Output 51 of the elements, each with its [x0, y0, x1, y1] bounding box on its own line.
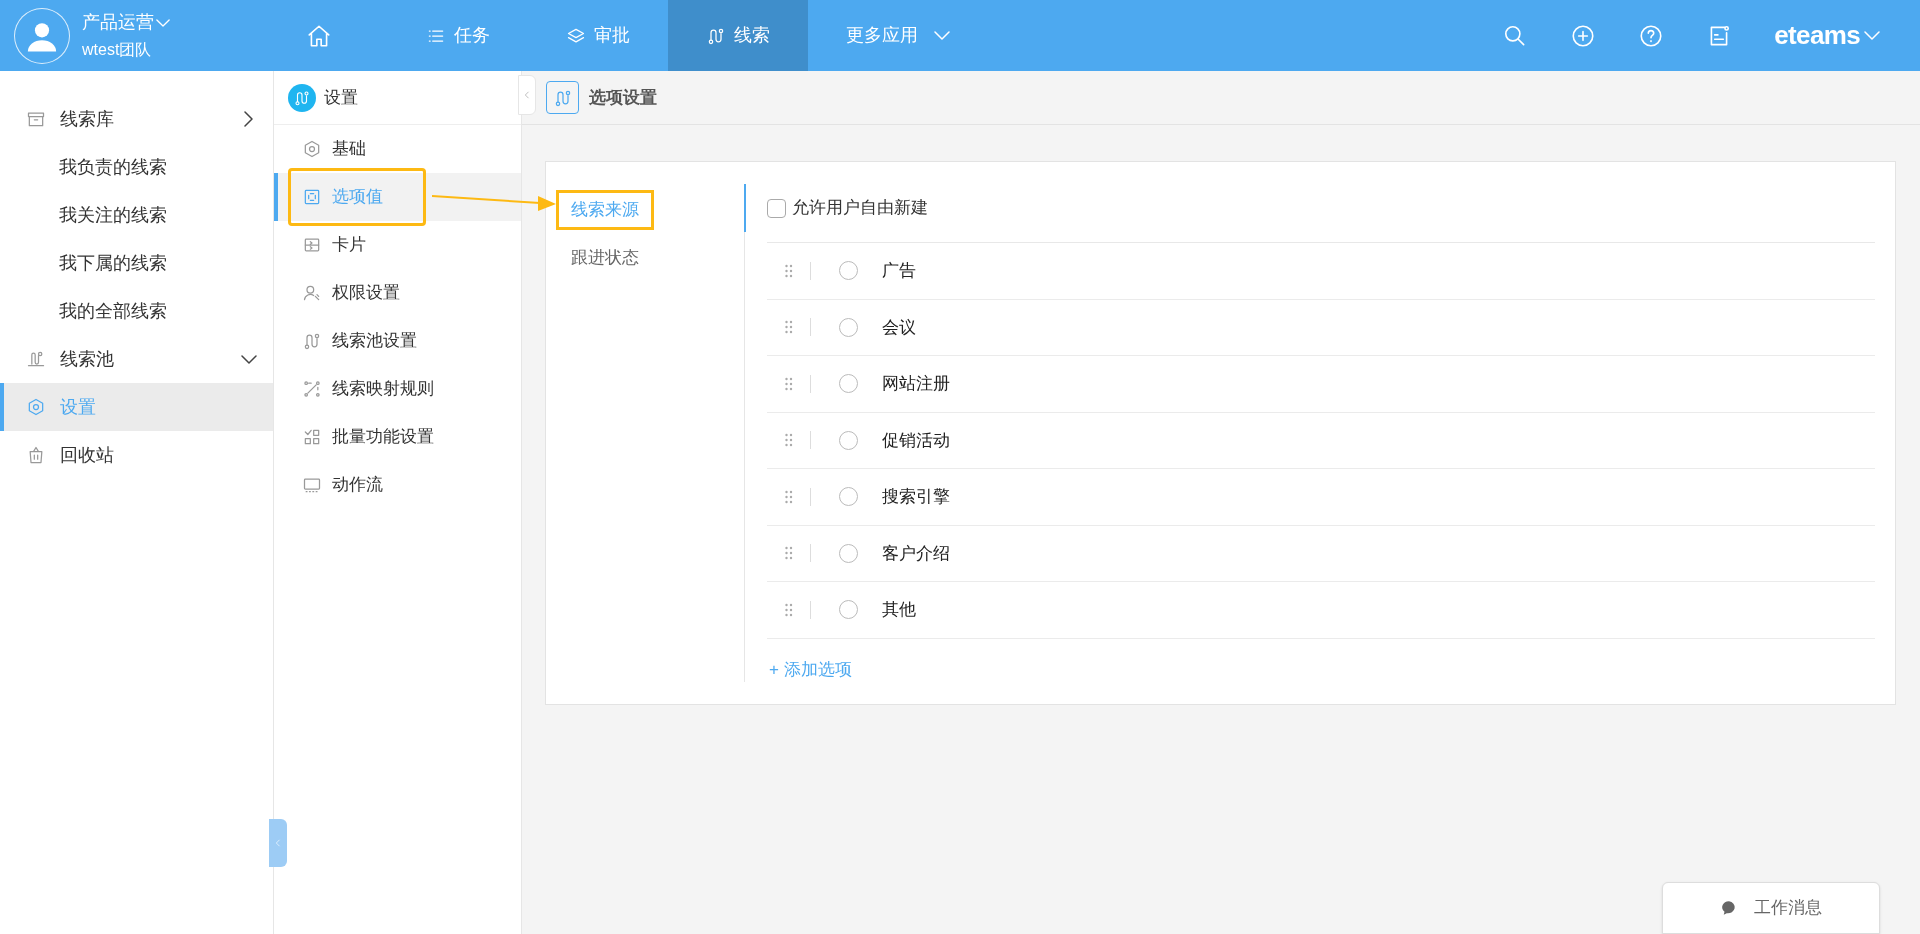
- page-title: 选项设置: [589, 86, 657, 109]
- frame-icon: [302, 187, 322, 207]
- drag-handle[interactable]: [785, 320, 793, 335]
- drag-handle[interactable]: [785, 489, 793, 504]
- chat-bubble-icon: [1720, 899, 1738, 917]
- drag-handle[interactable]: [785, 602, 793, 617]
- route-icon: [302, 331, 322, 351]
- option-label: 广告: [882, 260, 916, 282]
- collapse-handle[interactable]: [518, 75, 536, 115]
- chevron-icon: [1864, 31, 1880, 40]
- sidebar-item[interactable]: 回收站: [0, 431, 273, 479]
- sidebar-item[interactable]: 我关注的线索: [0, 191, 273, 239]
- option-label: 会议: [882, 316, 916, 339]
- route-icon: [288, 83, 316, 112]
- grid-icon: [302, 427, 322, 447]
- settings-nav-item[interactable]: 权限设置: [274, 269, 521, 317]
- route-icon: [546, 81, 579, 114]
- panel-title: 设置: [324, 86, 358, 109]
- option-label: 促销活动: [882, 429, 950, 452]
- option-label: 网站注册: [882, 373, 950, 395]
- sidebar-item[interactable]: 我下属的线索: [0, 239, 273, 287]
- team-name: wtest团队: [82, 40, 153, 60]
- option-group-tab[interactable]: 跟进状态: [556, 238, 654, 278]
- drag-handle[interactable]: [785, 376, 793, 391]
- settings-nav-item[interactable]: 线索池设置: [274, 317, 521, 365]
- settings-nav-item[interactable]: 卡片: [274, 221, 521, 269]
- user-key-icon: [302, 283, 322, 303]
- sidebar-item[interactable]: 我负责的线索: [0, 143, 273, 191]
- drag-handle[interactable]: [785, 546, 793, 561]
- sidebar-item[interactable]: 线索池: [0, 335, 273, 383]
- collapse-handle[interactable]: [269, 819, 287, 867]
- sidebar-item[interactable]: 我的全部线索: [0, 287, 273, 335]
- option-label: 搜索引擎: [882, 486, 950, 508]
- route-icon: [26, 349, 46, 369]
- chevron-icon: [156, 18, 170, 27]
- settings-nav-item[interactable]: 基础: [274, 125, 521, 173]
- nav-tab[interactable]: 线索: [668, 0, 808, 71]
- settings-nav-item[interactable]: 批量功能设置: [274, 413, 521, 461]
- gear-icon: [302, 139, 322, 159]
- chevron-icon: [934, 31, 950, 40]
- nodes-icon: [302, 379, 322, 399]
- gear-icon: [26, 397, 46, 417]
- option-label: 其他: [882, 599, 916, 621]
- allow-custom-checkbox[interactable]: 允许用户自由新建: [767, 184, 1875, 232]
- work-messages-button[interactable]: 工作消息: [1662, 882, 1880, 934]
- settings-nav-item[interactable]: 线索映射规则: [274, 365, 521, 413]
- drag-handle[interactable]: [785, 263, 793, 278]
- sidebar-item[interactable]: 线索库: [0, 95, 273, 143]
- option-label: 客户介绍: [882, 542, 950, 565]
- drag-handle[interactable]: [785, 433, 793, 448]
- settings-nav-item[interactable]: 动作流: [274, 461, 521, 509]
